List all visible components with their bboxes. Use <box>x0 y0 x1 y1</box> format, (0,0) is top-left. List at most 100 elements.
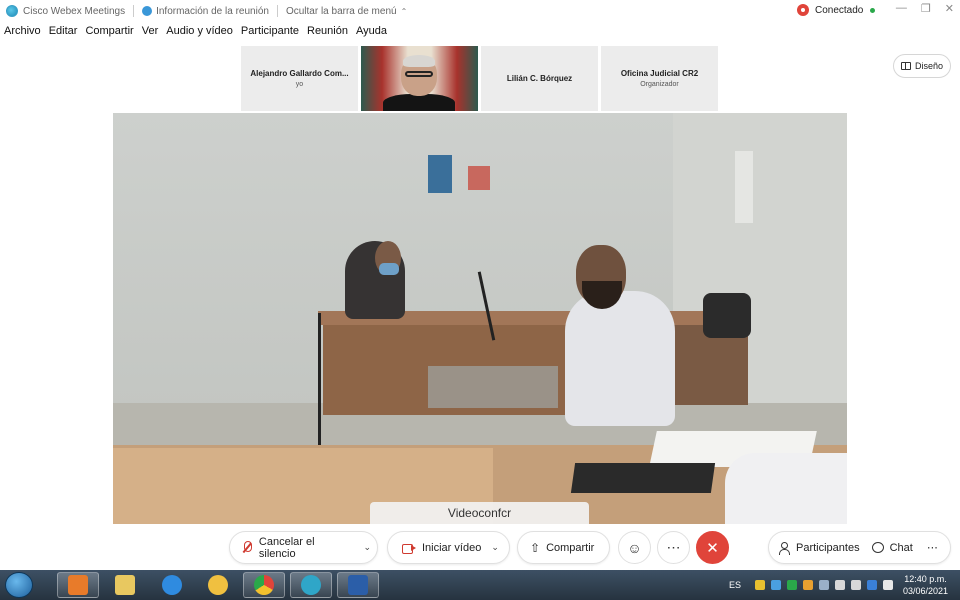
camera-off-icon <box>402 543 416 554</box>
minimize-icon[interactable]: — <box>896 2 907 15</box>
share-icon: ⇧ <box>530 540 541 555</box>
network-icon[interactable] <box>770 580 781 590</box>
start-button[interactable] <box>5 572 33 598</box>
menu-archivo[interactable]: Archivo <box>0 25 45 43</box>
restore-icon[interactable]: ❐ <box>921 2 931 15</box>
volume-icon[interactable] <box>834 580 845 590</box>
unmute-button[interactable]: Cancelar el silencio ⌄ <box>229 531 378 564</box>
connected-dot-icon <box>870 7 876 13</box>
video-name-label: Videoconfcr <box>370 502 589 524</box>
participant-role: Organizador <box>640 81 679 88</box>
chair <box>703 293 751 338</box>
participant-body <box>383 94 455 111</box>
speaking-person <box>565 291 675 426</box>
menu-participante[interactable]: Participante <box>237 25 303 43</box>
person-icon <box>778 541 790 555</box>
security-icon[interactable] <box>786 580 797 590</box>
wall-poster <box>468 166 490 190</box>
menu-editar[interactable]: Editar <box>45 25 82 43</box>
ellipsis-icon: ⋯ <box>666 539 681 555</box>
taskbar-media-player[interactable] <box>57 572 99 598</box>
clock-time: 12:40 p.m. <box>904 574 947 584</box>
participants-button[interactable]: Participantes <box>769 541 860 555</box>
share-label: Compartir <box>546 541 595 554</box>
webex-logo-icon <box>6 5 18 17</box>
participant-tile-video[interactable] <box>361 46 478 111</box>
menu-bar: Archivo Editar Compartir Ver Audio y víd… <box>0 25 391 43</box>
menu-compartir[interactable]: Compartir <box>81 25 137 43</box>
chevron-down-icon[interactable]: ⌄ <box>491 542 499 553</box>
reactions-button[interactable]: ☺ <box>618 531 651 564</box>
menu-reunion[interactable]: Reunión <box>303 25 352 43</box>
wall-sign <box>735 151 753 223</box>
notification-icon[interactable] <box>754 580 765 590</box>
share-button[interactable]: ⇧ Compartir <box>517 531 610 564</box>
title-separator <box>133 5 135 17</box>
taskbar-webex[interactable] <box>290 572 332 598</box>
taskbar-paint[interactable] <box>197 572 239 598</box>
chevron-up-icon[interactable]: ⌃ <box>401 7 408 16</box>
hide-menu-bar-button[interactable]: Ocultar la barra de menú <box>286 6 397 17</box>
participants-label: Participantes <box>796 541 860 554</box>
layout-button[interactable]: Diseño <box>893 54 951 78</box>
start-video-button[interactable]: Iniciar vídeo ⌄ <box>387 531 510 564</box>
webex-icon <box>301 575 321 595</box>
smiley-icon: ☺ <box>627 539 642 556</box>
media-player-icon <box>68 575 88 595</box>
taskbar-explorer[interactable] <box>104 572 146 598</box>
bluetooth-icon[interactable] <box>866 580 877 590</box>
meeting-info-link[interactable]: Información de la reunión <box>156 6 269 17</box>
taskbar-word[interactable] <box>337 572 379 598</box>
title-separator <box>276 5 278 17</box>
connection-status-label: Conectado <box>815 4 864 16</box>
participant-tile-self[interactable]: Alejandro Gallardo Com... yo <box>241 46 358 111</box>
participant-strip: Alejandro Gallardo Com... yo Lilián C. B… <box>241 46 718 111</box>
taskbar-ie[interactable] <box>151 572 193 598</box>
participant-hair <box>403 55 435 67</box>
window-controls: — ❐ ✕ <box>896 2 954 15</box>
windows-taskbar: ES 12:40 p.m. 03/06/2021 <box>0 570 960 600</box>
close-icon: ✕ <box>706 539 719 557</box>
start-video-label: Iniciar vídeo <box>422 541 482 554</box>
participant-name: Alejandro Gallardo Com... <box>250 69 349 78</box>
chat-button[interactable]: Chat <box>871 542 913 554</box>
participant-name: Lilián C. Bórquez <box>506 74 573 83</box>
word-icon <box>348 575 368 595</box>
flag-icon[interactable] <box>882 580 893 590</box>
menu-ayuda[interactable]: Ayuda <box>352 25 391 43</box>
tray-icons <box>754 580 893 590</box>
menu-ver[interactable]: Ver <box>138 25 163 43</box>
more-options-button[interactable]: ⋯ <box>657 531 690 564</box>
app-tray-icon[interactable] <box>802 580 813 590</box>
panels-group: Participantes Chat ⋯ <box>768 531 951 564</box>
layout-button-label: Diseño <box>914 61 943 71</box>
unmute-label: Cancelar el silencio <box>258 535 315 560</box>
folder-icon <box>115 575 135 595</box>
chevron-down-icon[interactable]: ⌄ <box>363 542 371 553</box>
display-icon[interactable] <box>818 580 829 590</box>
participant-name: Oficina Judicial CR2 <box>620 69 699 78</box>
main-video[interactable]: Videoconfcr <box>113 113 847 524</box>
participant-glasses <box>405 71 433 77</box>
leave-meeting-button[interactable]: ✕ <box>696 531 729 564</box>
taskbar-chrome[interactable] <box>243 572 285 598</box>
clock-date: 03/06/2021 <box>902 586 948 596</box>
title-bar: Cisco Webex Meetings Información de la r… <box>0 0 960 22</box>
internet-explorer-icon <box>162 575 182 595</box>
chat-icon <box>871 542 884 553</box>
menu-audio-video[interactable]: Audio y vídeo <box>162 25 237 43</box>
participant-tile-oficina[interactable]: Oficina Judicial CR2 Organizador <box>601 46 718 111</box>
panel-more-icon[interactable]: ⋯ <box>927 541 938 554</box>
signal-icon[interactable] <box>850 580 861 590</box>
layout-icon <box>900 62 911 70</box>
close-icon[interactable]: ✕ <box>945 2 954 15</box>
wall-poster <box>428 155 452 193</box>
language-indicator[interactable]: ES <box>729 580 741 590</box>
microphone-muted-icon <box>242 540 252 555</box>
microphone-stand <box>318 313 321 453</box>
participant-tile-lilian[interactable]: Lilián C. Bórquez <box>481 46 598 111</box>
info-icon <box>142 6 153 16</box>
clock[interactable]: 12:40 p.m. 03/06/2021 <box>903 573 948 597</box>
lectern <box>428 366 558 408</box>
recording-icon <box>797 4 809 16</box>
